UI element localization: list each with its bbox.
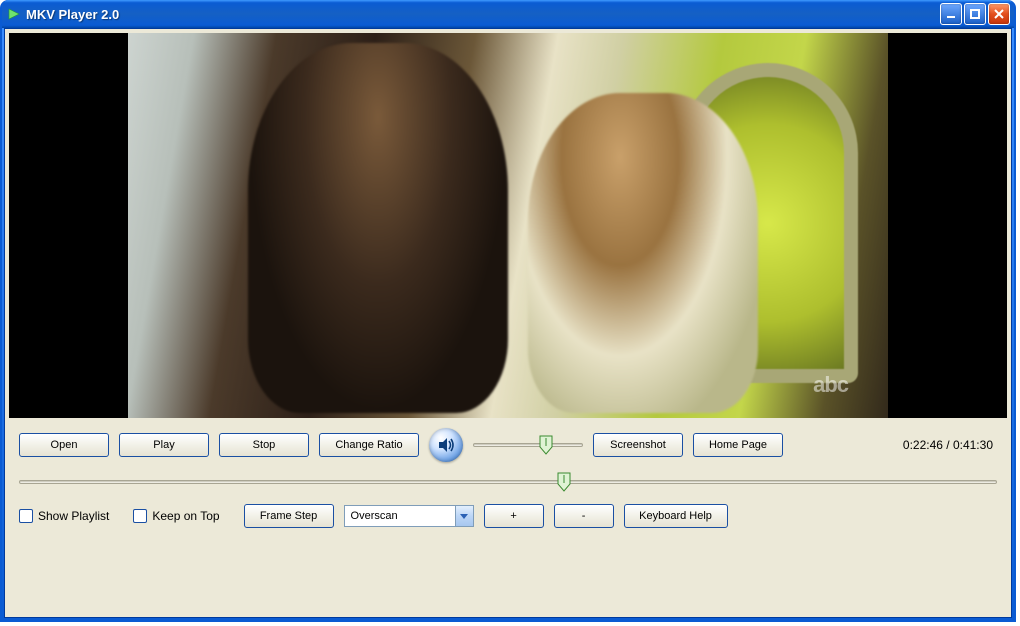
checkbox-box-icon xyxy=(19,509,33,523)
show-playlist-checkbox[interactable]: Show Playlist xyxy=(19,509,109,523)
toolbar-row-2: Show Playlist Keep on Top Frame Step Ove… xyxy=(19,502,997,528)
volume-slider[interactable] xyxy=(473,435,583,455)
stop-button[interactable]: Stop xyxy=(219,433,309,457)
maximize-button[interactable] xyxy=(964,3,986,25)
zoom-in-button[interactable]: + xyxy=(484,504,544,528)
volume-icon[interactable] xyxy=(429,428,463,462)
titlebar[interactable]: MKV Player 2.0 xyxy=(2,0,1014,28)
minimize-button[interactable] xyxy=(940,3,962,25)
checkbox-box-icon xyxy=(133,509,147,523)
chevron-down-icon xyxy=(455,506,473,526)
screenshot-button[interactable]: Screenshot xyxy=(593,433,683,457)
keyboard-help-button[interactable]: Keyboard Help xyxy=(624,504,728,528)
overscan-select[interactable]: Overscan xyxy=(344,505,474,527)
home-page-button[interactable]: Home Page xyxy=(693,433,783,457)
time-sep: / xyxy=(943,438,953,452)
change-ratio-button[interactable]: Change Ratio xyxy=(319,433,419,457)
window-buttons xyxy=(940,3,1010,25)
keep-on-top-label: Keep on Top xyxy=(152,509,219,523)
video-frame: abc xyxy=(128,33,888,418)
time-current: 0:22:46 xyxy=(903,438,943,452)
app-play-icon xyxy=(8,8,20,20)
show-playlist-label: Show Playlist xyxy=(38,509,109,523)
time-display: 0:22:46 / 0:41:30 xyxy=(903,438,997,452)
seek-row xyxy=(19,472,997,492)
keep-on-top-checkbox[interactable]: Keep on Top xyxy=(133,509,219,523)
frame-step-button[interactable]: Frame Step xyxy=(244,504,334,528)
close-button[interactable] xyxy=(988,3,1010,25)
zoom-out-button[interactable]: - xyxy=(554,504,614,528)
broadcast-watermark: abc xyxy=(813,372,848,398)
client-area: abc Open Play Stop Change Ratio xyxy=(4,28,1012,618)
app-window: MKV Player 2.0 abc Open Pl xyxy=(0,0,1016,622)
window-title: MKV Player 2.0 xyxy=(26,7,940,22)
overscan-value: Overscan xyxy=(345,510,455,522)
video-area[interactable]: abc xyxy=(9,33,1007,418)
seek-slider[interactable] xyxy=(19,472,997,492)
open-button[interactable]: Open xyxy=(19,433,109,457)
play-button[interactable]: Play xyxy=(119,433,209,457)
time-total: 0:41:30 xyxy=(953,438,993,452)
controls-panel: Open Play Stop Change Ratio xyxy=(5,418,1011,617)
toolbar-row-1: Open Play Stop Change Ratio xyxy=(19,428,997,462)
